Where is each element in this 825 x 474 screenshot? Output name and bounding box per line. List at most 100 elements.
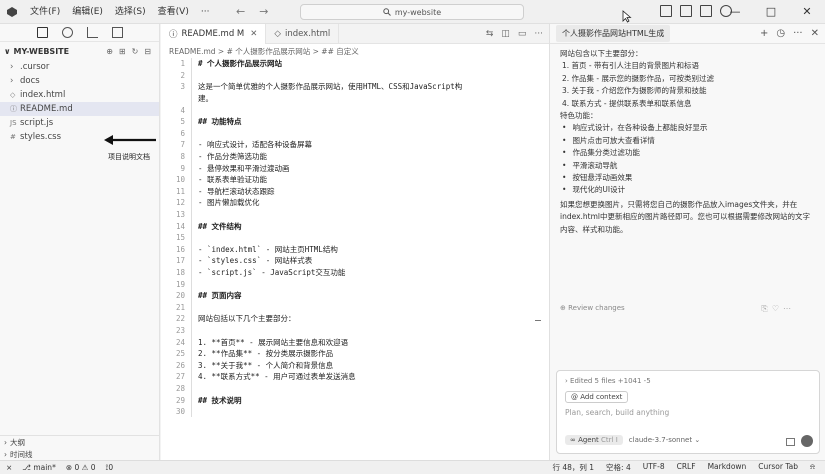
tree-file-index-html[interactable]: ◇ index.html <box>0 88 159 102</box>
outline-section[interactable]: › 大纲 <box>0 436 160 448</box>
close-button[interactable]: ✕ <box>789 0 825 24</box>
close-panel-icon[interactable]: ✕ <box>811 28 819 39</box>
notifications-bell-icon[interactable]: ⍾ <box>810 462 815 473</box>
tree-file-readme[interactable]: ⓘ README.md <box>0 102 159 116</box>
thumbs-up-icon[interactable]: ♡ <box>772 304 783 313</box>
tree-folder-cursor[interactable]: › .cursor <box>0 60 159 74</box>
code-line[interactable]: 12 - 图片懒加载优化 <box>161 197 549 209</box>
search-view-icon[interactable] <box>61 27 73 38</box>
code-line[interactable]: 6 <box>161 127 549 140</box>
close-tab-icon[interactable]: ✕ <box>250 29 257 39</box>
code-line[interactable]: 21 <box>161 301 549 314</box>
code-line[interactable]: 19 <box>161 278 549 290</box>
menu-edit[interactable]: 编辑(E) <box>66 0 109 24</box>
more-icon[interactable]: ··· <box>793 28 803 39</box>
code-line[interactable]: 3 这是一个简单优雅的个人摄影作品展示网站，使用HTML、CSS和JavaScri… <box>161 81 549 93</box>
code-line[interactable]: 13 <box>161 208 549 221</box>
code-line[interactable]: 10 - 联系表单验证功能 <box>161 173 549 186</box>
open-changes-icon[interactable]: ⇆ <box>486 24 494 44</box>
code-line[interactable]: 7 - 响应式设计，适配各种设备屏幕 <box>161 139 549 151</box>
command-search[interactable]: my-website <box>300 4 524 20</box>
toggle-sidebar-icon[interactable] <box>660 5 672 17</box>
preview-icon[interactable]: ▭ <box>518 24 527 44</box>
language-mode[interactable]: Markdown <box>708 462 747 473</box>
code-line[interactable]: 11 - 导航栏滚动状态跟踪 <box>161 185 549 198</box>
model-select[interactable]: claude-3.7-sonnet ⌄ <box>629 436 700 444</box>
extensions-icon[interactable] <box>111 27 123 38</box>
edited-files-summary[interactable]: › Edited 5 files +1041 -5 <box>557 371 819 385</box>
gutter-divider <box>191 173 192 186</box>
timeline-section[interactable]: › 时间线 <box>0 448 160 460</box>
split-editor-icon[interactable]: ◫ <box>501 24 510 44</box>
line-text: - 作品分类筛选功能 <box>198 152 268 162</box>
code-line[interactable]: 8 - 作品分类筛选功能 <box>161 150 549 163</box>
agent-mode-select[interactable]: ∞ Agent Ctrl I <box>565 435 623 445</box>
code-line[interactable]: 4 <box>161 104 549 116</box>
code-line[interactable]: 22 网站包括以下几个主要部分： <box>161 313 549 325</box>
tree-file-script-js[interactable]: JS script.js <box>0 116 159 130</box>
image-attach-icon[interactable] <box>786 438 795 446</box>
menu-selection[interactable]: 选择(S) <box>109 0 152 24</box>
menu-more[interactable]: ··· <box>195 0 216 24</box>
code-line[interactable]: 建。 <box>161 92 549 105</box>
code-line[interactable]: 25 2. **作品集** - 按分类展示摄影作品 <box>161 347 549 360</box>
collapse-icon[interactable]: ⊟ <box>144 47 151 56</box>
code-line[interactable]: 29 ## 技术说明 <box>161 394 549 406</box>
chat-input[interactable]: Plan, search, build anything <box>557 403 819 417</box>
menu-file[interactable]: 文件(F) <box>24 0 66 24</box>
add-context-button[interactable]: @ Add context <box>565 391 629 403</box>
code-line[interactable]: 1 # 个人摄影作品展示网站 <box>161 58 549 70</box>
breadcrumb[interactable]: README.md > # 个人摄影作品展示网站 > ## 自定义 <box>161 44 549 58</box>
tree-folder-docs[interactable]: › docs <box>0 74 159 88</box>
ports-count[interactable]: ⟟0 <box>106 463 114 473</box>
maximize-button[interactable]: □ <box>753 0 789 24</box>
source-control-icon[interactable] <box>86 27 98 38</box>
code-line[interactable]: 26 3. **关于我** - 个人简介和背景信息 <box>161 359 549 372</box>
chat-section-item: 2. 作品集 - 展示您的摄影作品，可按类别过滤 <box>562 73 715 83</box>
tab-index-html[interactable]: ◇ index.html <box>266 23 340 44</box>
encoding[interactable]: UTF-8 <box>643 462 665 473</box>
indentation[interactable]: 空格: 4 <box>606 462 631 473</box>
history-icon[interactable]: ◷ <box>776 28 785 39</box>
remote-icon[interactable]: ⨯ <box>6 463 12 473</box>
new-file-icon[interactable]: ⊕ <box>106 47 113 56</box>
refresh-icon[interactable]: ↻ <box>132 47 139 56</box>
code-line[interactable]: 2 <box>161 69 549 82</box>
code-line[interactable]: 9 - 悬停效果和平滑过渡动画 <box>161 162 549 174</box>
back-arrow-icon[interactable]: ← <box>236 5 259 18</box>
minimize-button[interactable]: — <box>717 0 753 24</box>
send-button[interactable] <box>801 435 813 447</box>
copy-icon[interactable]: ⎘ <box>761 304 771 313</box>
chat-tab[interactable]: 个人摄影作品网站HTML生成 <box>556 25 671 42</box>
forward-arrow-icon[interactable]: → <box>259 5 282 18</box>
menu-view[interactable]: 查看(V) <box>152 0 195 24</box>
tab-readme[interactable]: ⓘ README.md M ✕ <box>161 23 267 44</box>
files-icon[interactable] <box>36 27 48 38</box>
cursor-tab-status[interactable]: Cursor Tab <box>758 462 798 473</box>
code-line[interactable]: 16 - `index.html` - 网站主页HTML结构 <box>161 243 549 256</box>
problems-count[interactable]: ⊗ 0 ⚠ 0 <box>66 463 96 473</box>
code-lines[interactable]: 1 # 个人摄影作品展示网站 2 3 这是一个简单优雅的个人摄影作品展示网站，使用HTM… <box>161 58 549 418</box>
toggle-panel-icon[interactable] <box>680 5 692 17</box>
more-actions-icon[interactable]: ··· <box>534 24 543 44</box>
code-line[interactable]: 30 <box>161 405 549 418</box>
code-line[interactable]: 18 - `script.js` - JavaScript交互功能 <box>161 266 549 279</box>
code-line[interactable]: 27 4. **联系方式** - 用户可通过表单发送消息 <box>161 371 549 383</box>
code-line[interactable]: 24 1. **首页** - 展示网站主要信息和欢迎语 <box>161 336 549 348</box>
code-line[interactable]: 17 - `styles.css` - 网站样式表 <box>161 255 549 267</box>
line-ending[interactable]: CRLF <box>677 462 696 473</box>
code-line[interactable]: 5 ## 功能特点 <box>161 115 549 128</box>
explorer-root[interactable]: ∨ MY-WEBSITE ⊕ ⊞ ↻ ⊟ <box>0 42 159 60</box>
code-line[interactable]: 20 ## 页面内容 <box>161 289 549 302</box>
code-line[interactable]: 14 ## 文件结构 <box>161 220 549 232</box>
code-line[interactable]: 15 <box>161 231 549 244</box>
toggle-secondary-sidebar-icon[interactable] <box>700 5 712 17</box>
cursor-position[interactable]: 行 48，列 1 <box>552 462 594 473</box>
new-chat-icon[interactable]: + <box>760 28 768 39</box>
more-icon[interactable]: ⋯ <box>783 304 795 313</box>
code-line[interactable]: 28 <box>161 382 549 395</box>
new-folder-icon[interactable]: ⊞ <box>119 47 126 56</box>
git-branch[interactable]: ⎇ main* <box>22 463 56 473</box>
review-changes-link[interactable]: ⊕ Review changes <box>560 304 625 312</box>
code-line[interactable]: 23 <box>161 324 549 337</box>
